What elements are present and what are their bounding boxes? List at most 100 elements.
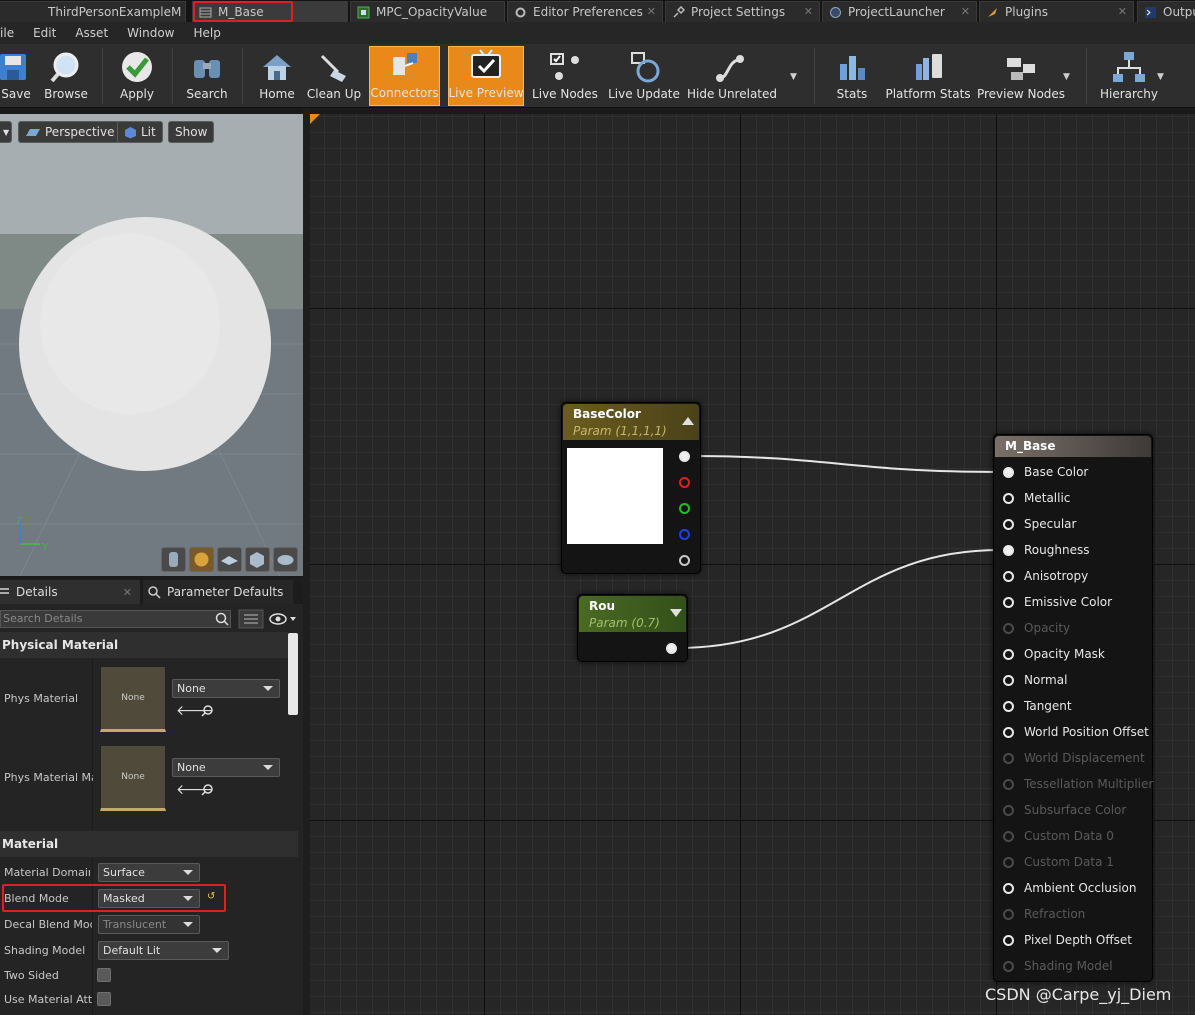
input-pin[interactable]	[1003, 883, 1014, 894]
input-pin[interactable]	[1003, 519, 1014, 530]
close-icon[interactable]: ✕	[804, 5, 813, 18]
eye-visibility-icon[interactable]	[268, 612, 300, 626]
toolbar-dropdown-arrow[interactable]: ▼	[790, 72, 797, 82]
menu-help[interactable]: Help	[193, 26, 220, 40]
use-material-attributes-checkbox[interactable]	[97, 992, 111, 1006]
input-pin[interactable]	[1003, 571, 1014, 582]
input-pin[interactable]	[1003, 675, 1014, 686]
viewport-options-dropdown[interactable]: ▼	[0, 121, 12, 143]
input-pin[interactable]	[1003, 753, 1014, 764]
close-icon[interactable]: ✕	[647, 5, 656, 18]
platform-stats-button[interactable]: Platform Stats	[885, 46, 971, 106]
input-pin[interactable]	[1003, 701, 1014, 712]
input-pin[interactable]	[1003, 623, 1014, 634]
details-search-input[interactable]: Search Details	[0, 610, 231, 628]
rou-param-node[interactable]: Rou Param (0.7)	[577, 594, 688, 662]
connectors-toggle[interactable]: Connectors	[369, 46, 440, 106]
property-matrix-icon[interactable]	[238, 609, 264, 629]
phys-material-thumbnail[interactable]: None	[100, 666, 166, 732]
tab-third-person-example-map[interactable]: ThirdPersonExampleM	[0, 1, 186, 22]
tab-plugins[interactable]: Plugins ✕	[979, 1, 1134, 22]
live-preview-toggle[interactable]: Live Preview	[448, 46, 524, 106]
input-pin[interactable]	[1003, 597, 1014, 608]
collapse-arrow-icon[interactable]	[682, 417, 694, 425]
input-pin[interactable]	[1003, 935, 1014, 946]
expand-arrow-icon[interactable]	[670, 609, 682, 617]
input-pin[interactable]	[1003, 545, 1014, 556]
toolbar-dropdown-arrow[interactable]: ▼	[1063, 72, 1070, 82]
material-section-header[interactable]: Material	[0, 831, 298, 857]
browse-button[interactable]: Browse	[38, 46, 94, 106]
live-nodes-button[interactable]: Live Nodes	[532, 46, 598, 106]
apply-button[interactable]: Apply	[110, 46, 164, 106]
hierarchy-button[interactable]: Hierarchy	[1096, 46, 1162, 106]
phys-material-mask-thumbnail[interactable]: None	[100, 745, 166, 811]
tab-output[interactable]: Outpu	[1137, 1, 1195, 22]
tab-details[interactable]: Details ✕	[0, 580, 140, 604]
clean-up-button[interactable]: Clean Up	[306, 46, 362, 106]
stats-button[interactable]: Stats	[826, 46, 878, 106]
input-pin[interactable]	[1003, 649, 1014, 660]
physical-material-section-header[interactable]: Physical Material	[0, 632, 288, 658]
output-pin-b[interactable]	[679, 529, 690, 540]
tab-label: Plugins	[1005, 5, 1048, 19]
browse-search-icon[interactable]	[201, 783, 215, 797]
details-scrollbar[interactable]	[288, 633, 298, 715]
input-pin[interactable]	[1003, 961, 1014, 972]
output-pin-r[interactable]	[679, 477, 690, 488]
input-pin[interactable]	[1003, 493, 1014, 504]
input-pin[interactable]	[1003, 831, 1014, 842]
output-pin-rgb[interactable]	[679, 451, 690, 462]
tab-project-settings[interactable]: Project Settings ✕	[665, 1, 820, 22]
output-pin-value[interactable]	[666, 643, 677, 654]
search-button[interactable]: Search	[180, 46, 234, 106]
preview-cube-icon[interactable]	[245, 547, 270, 572]
close-icon[interactable]: ✕	[1118, 5, 1127, 18]
menu-window[interactable]: Window	[127, 26, 174, 40]
input-pin[interactable]	[1003, 467, 1014, 478]
two-sided-checkbox[interactable]	[97, 968, 111, 982]
output-pin-a[interactable]	[679, 555, 690, 566]
phys-material-combo[interactable]: None	[172, 679, 280, 698]
preview-nodes-button[interactable]: Preview Nodes	[977, 46, 1065, 106]
tab-editor-preferences[interactable]: Editor Preferences ✕	[507, 1, 663, 22]
menu-edit[interactable]: Edit	[33, 26, 56, 40]
input-pin[interactable]	[1003, 727, 1014, 738]
input-pin[interactable]	[1003, 805, 1014, 816]
decal-blend-mode-combo[interactable]: Translucent	[98, 915, 200, 934]
preview-mesh-icon[interactable]	[273, 547, 298, 572]
menu-asset[interactable]: Asset	[75, 26, 108, 40]
close-icon[interactable]: ✕	[961, 5, 970, 18]
material-graph-canvas[interactable]: BaseColor Param (1,1,1,1) Rou Param (0.7…	[310, 114, 1195, 1015]
home-button[interactable]: Home	[252, 46, 302, 106]
preview-viewport[interactable]: Z Y ▼ Perspective Lit Show	[0, 114, 303, 576]
material-domain-label: Material Domain	[4, 866, 90, 879]
hide-unrelated-button[interactable]: Hide Unrelated	[687, 46, 777, 106]
tab-mpc-opacity-value[interactable]: MPC_OpacityValue	[350, 1, 505, 22]
preview-sphere-icon[interactable]	[189, 547, 214, 572]
preview-plane-icon[interactable]	[217, 547, 242, 572]
tab-project-launcher[interactable]: ProjectLauncher ✕	[822, 1, 977, 22]
phys-material-mask-combo[interactable]: None	[172, 758, 280, 777]
toolbar-dropdown-arrow[interactable]: ▼	[1157, 72, 1164, 82]
live-update-button[interactable]: Live Update	[608, 46, 680, 106]
close-icon[interactable]: ✕	[123, 586, 132, 599]
show-button[interactable]: Show	[168, 121, 215, 143]
tab-parameter-defaults[interactable]: Parameter Defaults	[143, 580, 293, 604]
shading-model-combo[interactable]: Default Lit	[98, 941, 229, 960]
save-button[interactable]: Save	[0, 46, 32, 106]
basecolor-param-node[interactable]: BaseColor Param (1,1,1,1)	[561, 402, 701, 574]
perspective-button[interactable]: Perspective	[18, 121, 122, 143]
menu-file[interactable]: File	[0, 26, 14, 40]
input-pin[interactable]	[1003, 909, 1014, 920]
material-result-node[interactable]: M_Base Base Color Metallic Specular Roughne…	[993, 434, 1153, 982]
preview-cylinder-icon[interactable]	[161, 547, 186, 572]
material-domain-combo[interactable]: Surface	[98, 863, 200, 882]
search-icon[interactable]	[214, 611, 230, 627]
output-pin-g[interactable]	[679, 503, 690, 514]
panel-splitter[interactable]	[303, 108, 310, 1015]
input-pin[interactable]	[1003, 857, 1014, 868]
browse-search-icon[interactable]	[201, 704, 215, 718]
input-pin[interactable]	[1003, 779, 1014, 790]
lit-button[interactable]: Lit	[117, 121, 163, 143]
